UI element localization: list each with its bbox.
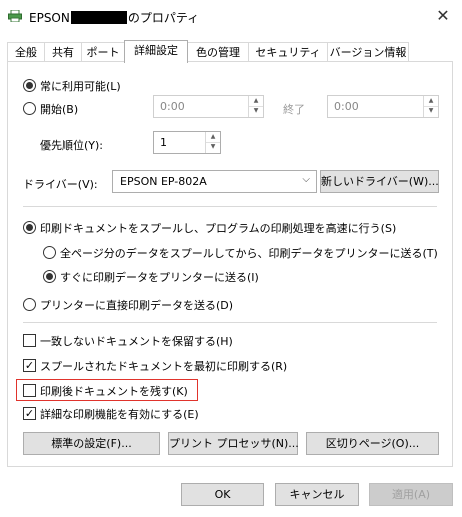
end-time-stepper[interactable]: ▲ ▼ <box>423 96 438 117</box>
printing-defaults-button[interactable]: 標準の設定(F)... <box>23 432 160 455</box>
new-driver-button[interactable]: 新しいドライバー(W)... <box>320 170 439 193</box>
print-direct-radio[interactable] <box>23 298 36 311</box>
tab-general[interactable]: 全般 <box>7 42 45 61</box>
tab-ports[interactable]: ポート <box>81 42 125 61</box>
keep-printed-documents-checkbox[interactable] <box>23 384 36 397</box>
separator-page-button[interactable]: 区切りページ(O)... <box>306 432 439 455</box>
divider <box>23 322 437 323</box>
start-immediately-radio[interactable] <box>43 270 56 283</box>
spool-label: 印刷ドキュメントをスプールし、プログラムの印刷処理を高速に行う(S) <box>40 222 397 235</box>
until-label: 終了 <box>283 103 305 116</box>
hold-mismatched-checkbox[interactable] <box>23 334 36 347</box>
cancel-button[interactable]: キャンセル <box>275 483 359 506</box>
apply-button[interactable]: 適用(A) <box>369 483 453 506</box>
keep-printed-documents-label: 印刷後ドキュメントを残す(K) <box>40 385 188 398</box>
start-immediately-label: すぐに印刷データをプリンターに送る(I) <box>60 271 259 284</box>
driver-select[interactable]: EPSON EP-802A ⌵ <box>112 170 317 193</box>
end-time-field[interactable]: 0:00 ▲ ▼ <box>327 95 439 118</box>
window-title: EPSON のプロパティ <box>29 9 199 26</box>
enable-advanced-features-checkbox[interactable]: ✓ <box>23 407 36 420</box>
print-spooled-first-checkbox[interactable]: ✓ <box>23 359 36 372</box>
print-direct-label: プリンターに直接印刷データを送る(D) <box>40 299 234 312</box>
priority-value: 1 <box>160 136 167 149</box>
tab-security[interactable]: セキュリティ <box>248 42 328 61</box>
close-icon[interactable]: ✕ <box>434 7 452 25</box>
print-processor-button[interactable]: プリント プロセッサ(N)... <box>168 432 299 455</box>
available-from-radio[interactable] <box>23 102 36 115</box>
tab-sharing[interactable]: 共有 <box>44 42 82 61</box>
always-available-label: 常に利用可能(L) <box>40 80 121 93</box>
start-time-value: 0:00 <box>160 100 185 113</box>
ok-button[interactable]: OK <box>181 483 264 506</box>
spin-down-icon[interactable]: ▼ <box>424 106 438 116</box>
start-after-last-page-label: 全ページ分のデータをスプールしてから、印刷データをプリンターに送る(T) <box>60 247 438 260</box>
window-title-prefix: EPSON <box>29 11 70 25</box>
start-after-last-page-radio[interactable] <box>43 246 56 259</box>
priority-field[interactable]: 1 ▲ ▼ <box>153 131 221 154</box>
print-spooled-first-label: スプールされたドキュメントを最初に印刷する(R) <box>40 360 288 373</box>
priority-label: 優先順位(Y): <box>40 139 104 152</box>
chevron-down-icon: ⌵ <box>302 174 310 185</box>
tab-version-info[interactable]: バージョン情報 <box>327 42 409 61</box>
title-bar: EPSON のプロパティ ✕ <box>0 0 462 32</box>
spool-radio[interactable] <box>23 221 36 234</box>
spin-down-icon[interactable]: ▼ <box>206 142 220 152</box>
enable-advanced-features-label: 詳細な印刷機能を有効にする(E) <box>40 408 199 421</box>
driver-selected: EPSON EP-802A <box>120 175 207 188</box>
window-title-suffix: のプロパティ <box>127 11 200 25</box>
redaction-bar <box>70 11 127 24</box>
driver-label: ドライバー(V): <box>23 178 98 191</box>
start-time-stepper[interactable]: ▲ ▼ <box>248 96 263 117</box>
hold-mismatched-label: 一致しないドキュメントを保留する(H) <box>40 335 233 348</box>
priority-stepper[interactable]: ▲ ▼ <box>205 132 220 153</box>
tab-color-management[interactable]: 色の管理 <box>187 42 249 61</box>
available-from-label: 開始(B) <box>40 103 79 116</box>
always-available-radio[interactable] <box>23 79 36 92</box>
end-time-value: 0:00 <box>334 100 359 113</box>
tab-advanced[interactable]: 詳細設定 <box>124 40 188 63</box>
spin-down-icon[interactable]: ▼ <box>249 106 263 116</box>
divider <box>23 206 437 207</box>
printer-icon <box>8 9 22 23</box>
start-time-field[interactable]: 0:00 ▲ ▼ <box>153 95 264 118</box>
